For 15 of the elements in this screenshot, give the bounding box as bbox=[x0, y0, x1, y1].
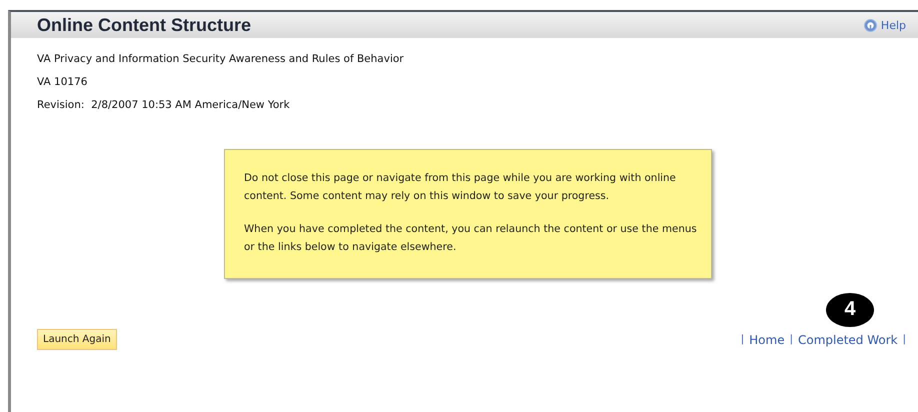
detail-text: Revision: 2/8/2007 10:53 AM America/New York bbox=[37, 98, 291, 113]
notice-paragraph: When you have completed the content, you can relaunch the content or use the menus or the links below to navigate elsewhere. bbox=[244, 222, 697, 255]
page-title: Online Content Structure bbox=[37, 14, 252, 36]
detail-text: VA Privacy and Information Security Awareness and Rules of Behavior bbox=[37, 52, 405, 67]
nav-link[interactable]: Completed Work bbox=[798, 332, 898, 346]
help-icon bbox=[864, 18, 877, 32]
link-separator: | bbox=[902, 334, 906, 345]
notice-paragraph: Do not close this page or navigate from this page while you are working with online content. Some content may rely on this window to save your progress. bbox=[244, 171, 677, 204]
help-link[interactable]: Help bbox=[864, 18, 906, 32]
detail-text: VA 10176 bbox=[37, 75, 88, 90]
callout-badge: 4 bbox=[826, 292, 874, 326]
launch-again-button[interactable]: Launch Again bbox=[37, 329, 117, 350]
link-separator: | bbox=[740, 334, 744, 345]
nav-link[interactable]: Home bbox=[749, 332, 785, 346]
link-separator: | bbox=[790, 334, 793, 345]
